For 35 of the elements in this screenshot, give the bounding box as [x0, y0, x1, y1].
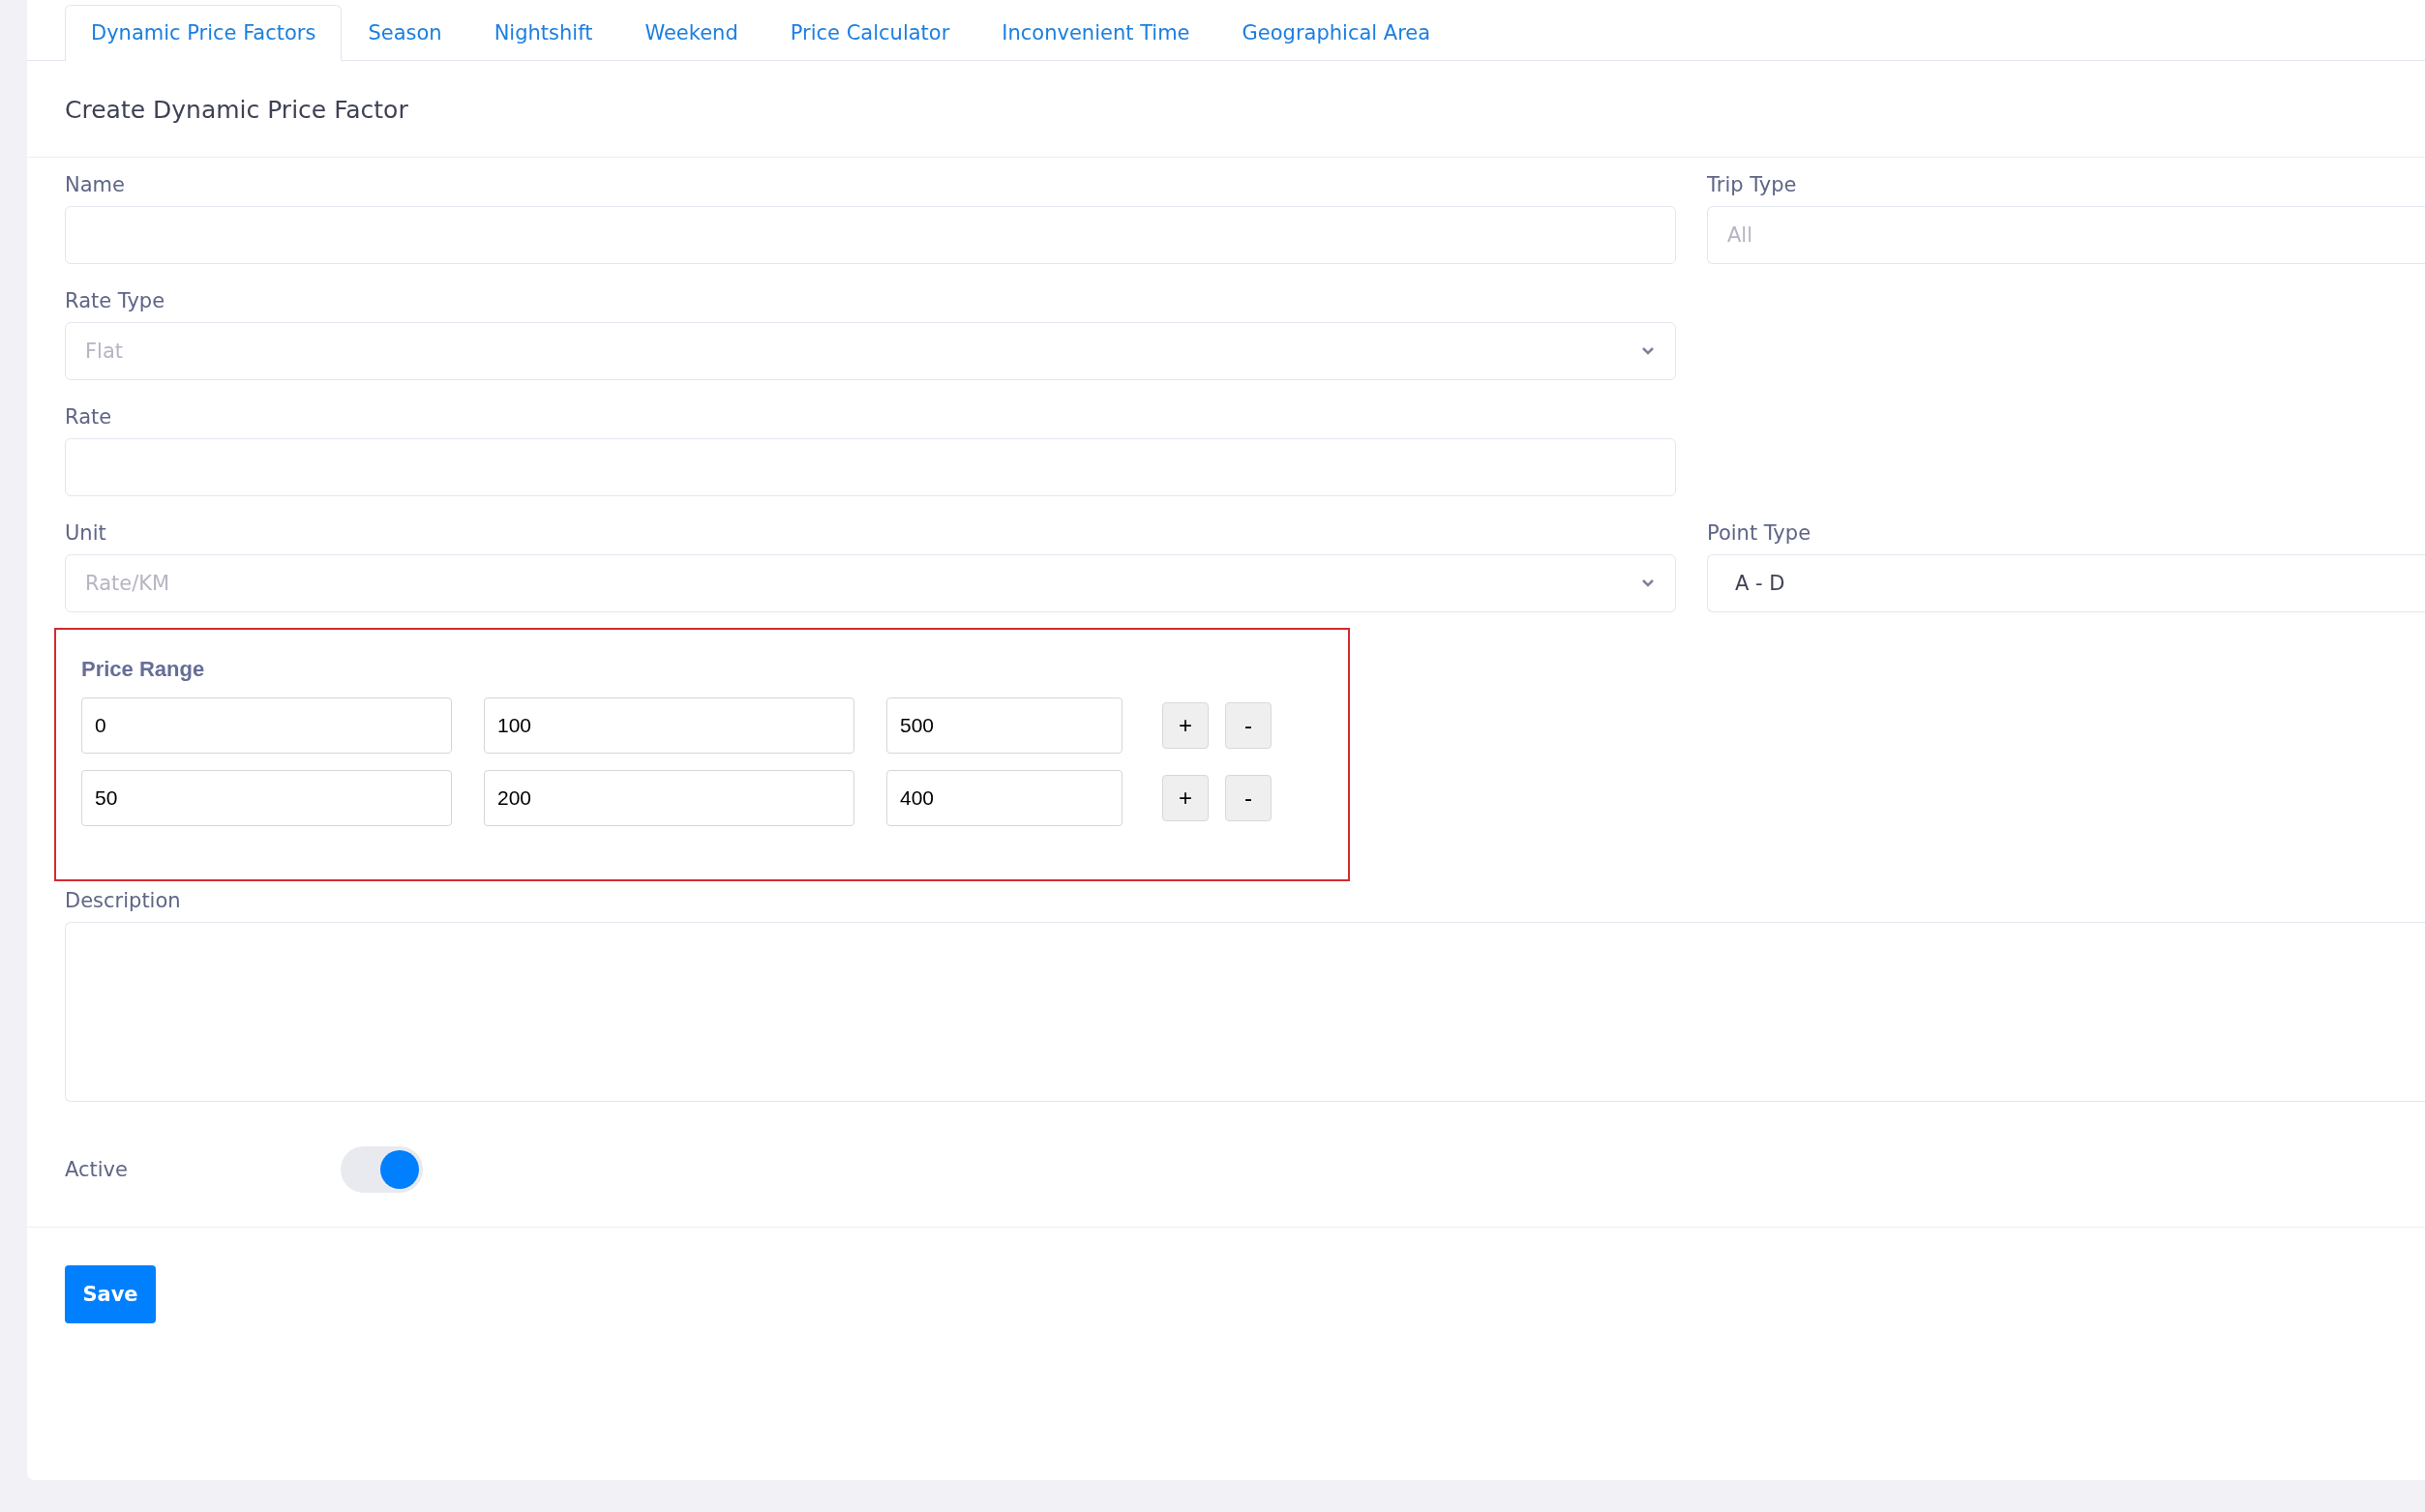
field-label: Name	[65, 173, 126, 196]
field-label: Trip Type	[1707, 173, 1798, 196]
tab[interactable]: Inconvenient Time	[975, 5, 1216, 61]
tab[interactable]: Season	[342, 5, 468, 61]
field-label: Point Type	[1707, 521, 1812, 545]
tab[interactable]: Weekend	[618, 5, 764, 61]
save-button[interactable]: Save	[65, 1265, 156, 1323]
remove-button[interactable]: -	[1225, 702, 1272, 749]
field-label: Active	[65, 1157, 129, 1181]
input-field[interactable]	[65, 438, 1676, 496]
add-button[interactable]: +	[1162, 702, 1209, 749]
field-label: Rate	[65, 405, 113, 429]
tab[interactable]: Dynamic Price Factors	[65, 5, 343, 61]
input-field[interactable]: 0	[81, 697, 452, 754]
input-field[interactable]: A - D	[1707, 554, 2425, 612]
input-field[interactable]: 500	[886, 697, 1123, 754]
tab[interactable]: Geographical Area	[1215, 5, 1457, 61]
form-title: Create Dynamic Price Factor	[65, 96, 408, 124]
input-field[interactable]: 100	[484, 697, 854, 754]
remove-button[interactable]: -	[1225, 775, 1272, 821]
description-field[interactable]	[65, 922, 2425, 1102]
input-field[interactable]: 200	[484, 770, 854, 826]
field-label: Description	[65, 889, 182, 912]
field-label: Rate Type	[65, 289, 166, 312]
add-button[interactable]: +	[1162, 775, 1209, 821]
toggle-switch[interactable]	[341, 1145, 423, 1193]
input-field[interactable]	[65, 206, 1676, 264]
field-label: Unit	[65, 521, 107, 545]
tab[interactable]: Nightshift	[467, 5, 619, 61]
input-field[interactable]: 400	[886, 770, 1123, 826]
section-label: Price Range	[81, 657, 206, 682]
input-field[interactable]: 50	[81, 770, 452, 826]
chevron-down-icon	[1640, 578, 1656, 588]
tab[interactable]: Price Calculator	[763, 5, 976, 61]
chevron-down-icon	[1640, 346, 1656, 356]
